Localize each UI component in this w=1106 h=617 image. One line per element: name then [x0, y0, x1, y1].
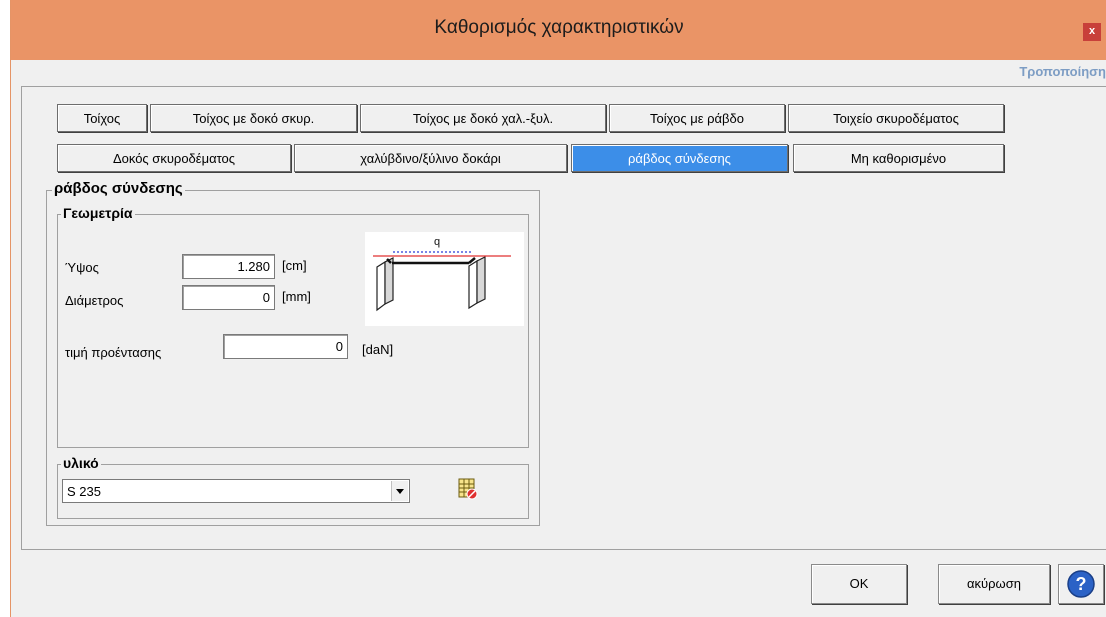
diagram-label: q: [434, 236, 440, 248]
material-title: υλικό: [61, 455, 101, 471]
diameter-label: Διάμετρος: [65, 293, 124, 308]
diameter-unit: [mm]: [282, 289, 311, 304]
title-bar[interactable]: Καθορισμός χαρακτηριστικών x: [11, 0, 1106, 60]
dialog-window: Καθορισμός χαρακτηριστικών x Τροποποίηση…: [10, 0, 1106, 617]
height-label: Ύψος: [65, 260, 99, 275]
rod-diagram: q: [365, 232, 524, 326]
ok-button[interactable]: OK: [811, 564, 907, 604]
window-title: Καθορισμός χαρακτηριστικών: [434, 17, 684, 38]
tab-wall[interactable]: Τοίχος: [57, 104, 147, 132]
cancel-button[interactable]: ακύρωση: [938, 564, 1050, 604]
tab-concrete-beam[interactable]: Δοκός σκυροδέματος: [57, 144, 291, 172]
help-button[interactable]: ?: [1058, 564, 1104, 604]
tab-concrete-wall-element[interactable]: Τοιχείο σκυροδέματος: [788, 104, 1004, 132]
close-button[interactable]: x: [1083, 23, 1101, 41]
prestress-field[interactable]: 0: [223, 334, 348, 359]
height-field[interactable]: 1.280: [182, 254, 275, 279]
prestress-label: τιμή προέντασης: [65, 345, 162, 360]
tab-undefined[interactable]: Μη καθορισμένο: [793, 144, 1004, 172]
help-icon: ?: [1067, 570, 1095, 598]
geometry-group: Γεωμετρία Ύψος 1.280 [cm] Διάμετρος 0 [m…: [57, 205, 529, 448]
prestress-unit: [daN]: [362, 342, 394, 357]
tab-wall-concrete-beam[interactable]: Τοίχος με δοκό σκυρ.: [150, 104, 357, 132]
section-title: ράβδος σύνδεσης: [52, 180, 185, 197]
geometry-title: Γεωμετρία: [61, 205, 135, 221]
wall-rod-wall-icon: q: [373, 236, 511, 312]
dropdown-arrow-icon[interactable]: [391, 481, 408, 501]
material-library-icon[interactable]: [458, 478, 478, 500]
diameter-field[interactable]: 0: [182, 285, 275, 310]
tab-panel: Τοίχος Τοίχος με δοκό σκυρ. Τοίχος με δο…: [21, 86, 1106, 550]
svg-text:?: ?: [1076, 574, 1087, 594]
tab-wall-steel-timber-beam[interactable]: Τοίχος με δοκό χαλ.-ξυλ.: [360, 104, 606, 132]
connecting-rod-group: ράβδος σύνδεσης Γεωμετρία Ύψος 1.280 [cm…: [46, 180, 540, 526]
material-select[interactable]: S 235: [62, 479, 410, 503]
material-selected-value: S 235: [67, 484, 101, 499]
material-group: υλικό S 235: [57, 455, 529, 519]
tab-wall-with-rod[interactable]: Τοίχος με ράβδο: [609, 104, 785, 132]
tab-steel-timber-beam[interactable]: χαλύβδινο/ξύλινο δοκάρι: [294, 144, 567, 172]
tab-connecting-rod[interactable]: ράβδος σύνδεσης: [571, 144, 788, 172]
modify-link[interactable]: Τροποποίηση: [1019, 64, 1106, 79]
height-unit: [cm]: [282, 258, 307, 273]
